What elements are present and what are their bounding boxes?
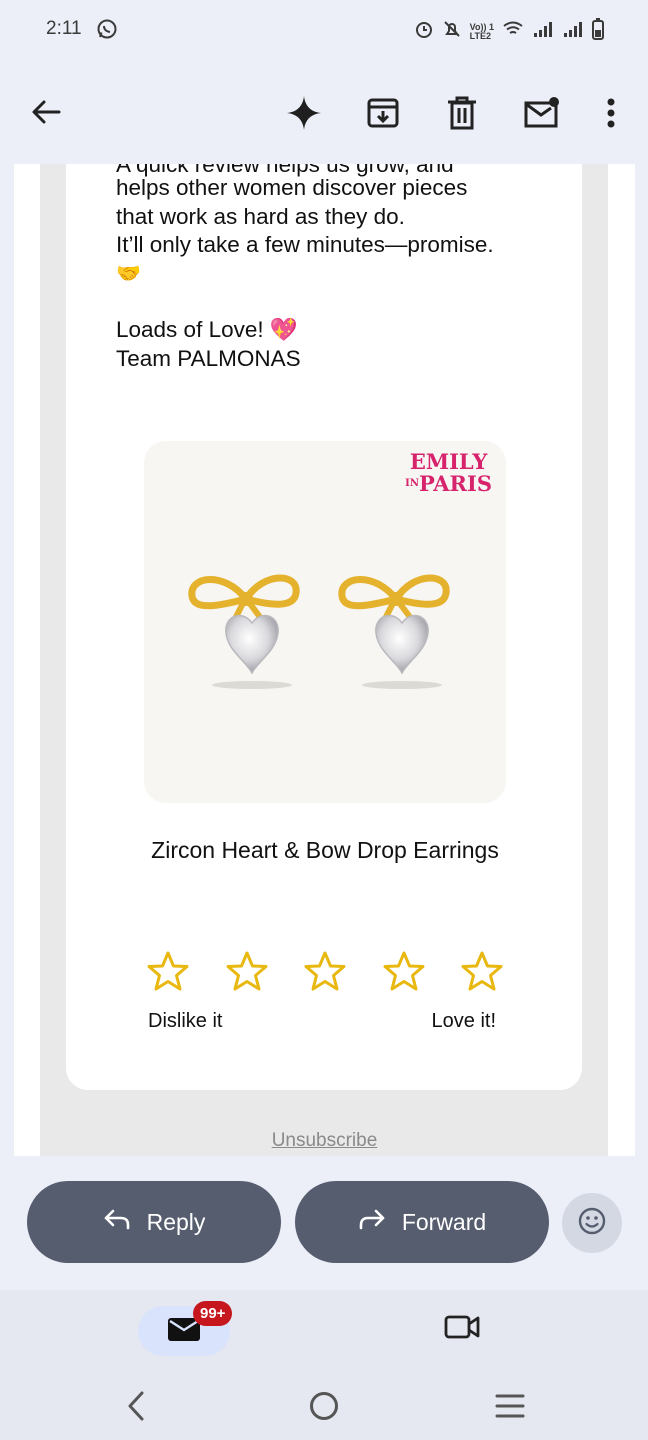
back-arrow-icon[interactable] <box>26 92 66 132</box>
emoji-reaction-button[interactable] <box>562 1193 622 1253</box>
signoff-line: Loads of Love! 💖 <box>116 317 298 342</box>
delete-icon[interactable] <box>441 92 483 134</box>
star-5-icon[interactable] <box>458 947 506 995</box>
emily-in-paris-logo: EMILY INPARIS <box>405 449 492 496</box>
status-icons: Vo)) 1 LTE2 <box>414 18 604 45</box>
reply-button[interactable]: Reply <box>27 1181 281 1263</box>
star-3-icon[interactable] <box>301 947 349 995</box>
volte-icon: Vo)) 1 LTE2 <box>469 21 494 41</box>
gemini-sparkle-icon[interactable] <box>283 92 325 134</box>
forward-button[interactable]: Forward <box>295 1181 549 1263</box>
forward-icon <box>358 1208 386 1236</box>
alarm-icon <box>414 19 434 44</box>
mark-unread-icon[interactable] <box>520 92 564 134</box>
unsubscribe-link[interactable]: Unsubscribe <box>14 1130 635 1152</box>
product-title[interactable]: Zircon Heart & Bow Drop Earrings <box>144 836 506 865</box>
system-home-icon[interactable] <box>308 1390 340 1427</box>
reply-icon <box>103 1208 131 1236</box>
email-message: helps other women discover pieces that w… <box>116 174 546 373</box>
star-2-icon[interactable] <box>223 947 271 995</box>
top-bar: 2:11 Vo)) 1 LTE2 <box>0 0 648 164</box>
right-earring <box>338 574 450 689</box>
message-line: that work as hard as they do. <box>116 203 405 229</box>
rating-high-label: Love it! <box>431 1010 496 1032</box>
message-line: It’ll only take a few minutes—promise. <box>116 232 494 257</box>
signal-1-icon <box>532 20 554 43</box>
rating-low-label: Dislike it <box>148 1010 223 1032</box>
action-bar: Reply Forward <box>0 1156 648 1290</box>
system-back-icon[interactable] <box>122 1390 152 1427</box>
product-image[interactable]: EMILY INPARIS <box>144 441 506 803</box>
handshake-emoji: 🤝 <box>116 262 141 285</box>
wifi-icon <box>502 20 524 43</box>
video-camera-icon[interactable] <box>443 1312 481 1347</box>
signal-2-icon <box>562 20 584 43</box>
notifications-off-icon <box>442 19 462 44</box>
forward-label: Forward <box>401 1208 487 1235</box>
earrings-illustration <box>188 574 450 689</box>
team-name: Team PALMONAS <box>116 345 301 371</box>
email-body: A quick review helps us grow, and helps … <box>14 164 635 1156</box>
smiley-icon <box>577 1206 607 1241</box>
whatsapp-icon <box>96 18 118 45</box>
star-1-icon[interactable] <box>144 947 192 995</box>
star-4-icon[interactable] <box>380 947 428 995</box>
bottom-navigation: 99+ <box>0 1290 648 1440</box>
system-recents-icon[interactable] <box>494 1392 526 1425</box>
unread-badge: 99+ <box>193 1301 233 1326</box>
battery-icon <box>592 18 604 45</box>
status-time: 2:11 <box>46 18 82 39</box>
left-earring <box>188 574 300 689</box>
star-rating <box>144 947 506 995</box>
more-vert-icon[interactable] <box>596 92 626 134</box>
archive-icon[interactable] <box>362 92 404 134</box>
reply-label: Reply <box>146 1208 206 1235</box>
message-line: helps other women discover pieces <box>116 175 468 200</box>
